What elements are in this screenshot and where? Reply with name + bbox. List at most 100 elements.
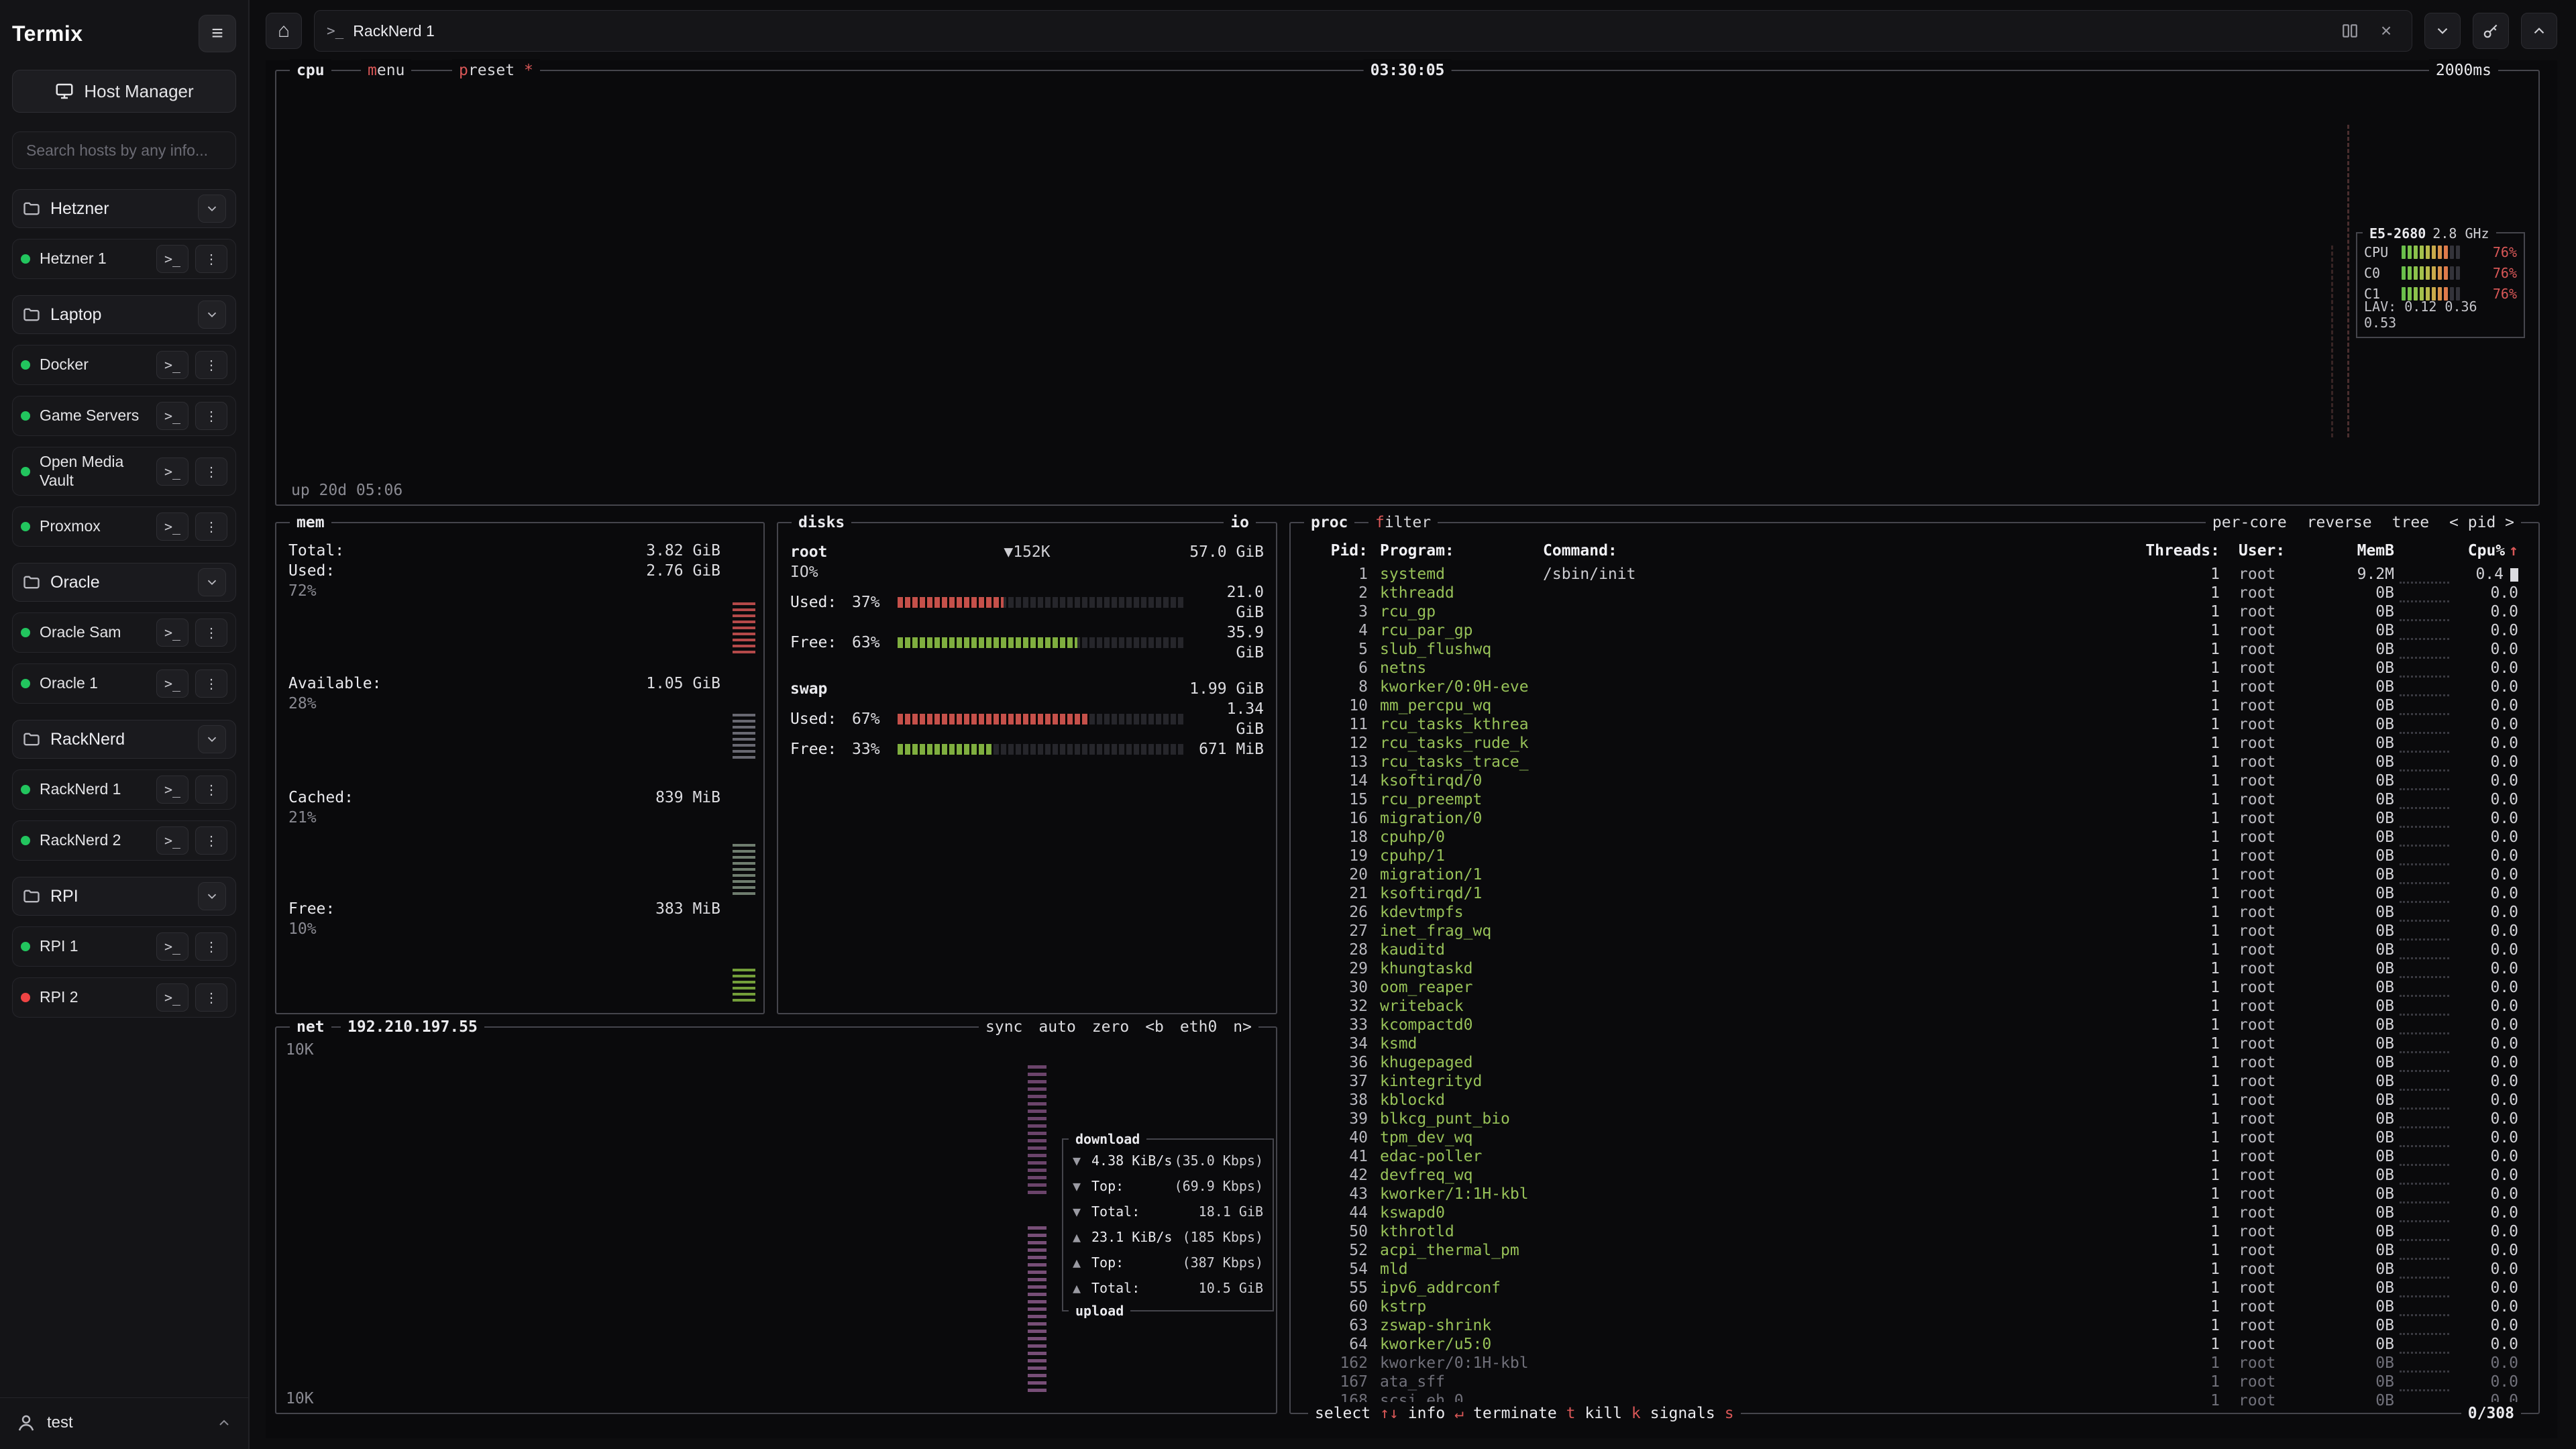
process-row[interactable]: 26kdevtmpfs1root0B0.0 — [1304, 903, 2525, 922]
update-interval[interactable]: 2000ms — [2429, 59, 2498, 82]
process-row[interactable]: 28kauditd1root0B0.0 — [1304, 941, 2525, 959]
process-row[interactable]: 30oom_reaper1root0B0.0 — [1304, 978, 2525, 997]
connect-terminal-button[interactable]: >_ — [156, 458, 189, 486]
process-row[interactable]: 42devfreq_wq1root0B0.0 — [1304, 1166, 2525, 1185]
filter-toggle[interactable]: filter — [1368, 511, 1438, 534]
host-item[interactable]: RPI 1 >_ ⋮ — [12, 926, 236, 967]
process-row[interactable]: 36khugepaged1root0B0.0 — [1304, 1053, 2525, 1072]
sidebar-menu-button[interactable]: ≡ — [199, 15, 236, 52]
host-item[interactable]: Oracle Sam >_ ⋮ — [12, 612, 236, 653]
process-row[interactable]: 37kintegrityd1root0B0.0 — [1304, 1072, 2525, 1091]
host-options-button[interactable]: ⋮ — [195, 983, 227, 1012]
host-options-button[interactable]: ⋮ — [195, 513, 227, 541]
menu-toggle[interactable]: menu — [361, 59, 411, 82]
process-row[interactable]: 27inet_frag_wq1root0B0.0 — [1304, 922, 2525, 941]
process-row[interactable]: 41edac-poller1root0B0.0 — [1304, 1147, 2525, 1166]
process-row[interactable]: 15rcu_preempt1root0B0.0 — [1304, 790, 2525, 809]
connect-terminal-button[interactable]: >_ — [156, 351, 189, 379]
net-toggles[interactable]: syncautozero<beth0n> — [979, 1016, 1258, 1038]
connect-terminal-button[interactable]: >_ — [156, 669, 189, 698]
group-collapse-button[interactable] — [198, 882, 226, 910]
host-options-button[interactable]: ⋮ — [195, 619, 227, 647]
process-row[interactable]: 14ksoftirqd/01root0B0.0 — [1304, 771, 2525, 790]
process-row[interactable]: 39blkcg_punt_bio1root0B0.0 — [1304, 1110, 2525, 1128]
connect-terminal-button[interactable]: >_ — [156, 932, 189, 961]
host-item[interactable]: Open Media Vault >_ ⋮ — [12, 447, 236, 496]
tab-racknerd-1[interactable]: >_ RackNerd 1 — [327, 22, 435, 40]
process-row[interactable]: 4rcu_par_gp1root0B0.0 — [1304, 621, 2525, 640]
host-options-button[interactable]: ⋮ — [195, 826, 227, 855]
chevron-up-icon[interactable] — [216, 1415, 232, 1431]
host-options-button[interactable]: ⋮ — [195, 458, 227, 486]
host-options-button[interactable]: ⋮ — [195, 932, 227, 961]
process-row[interactable]: 44kswapd01root0B0.0 — [1304, 1203, 2525, 1222]
home-button[interactable]: ⌂ — [266, 13, 302, 49]
process-row[interactable]: 11rcu_tasks_kthrea1root0B0.0 — [1304, 715, 2525, 734]
process-row[interactable]: 21ksoftirqd/11root0B0.0 — [1304, 884, 2525, 903]
process-row[interactable]: 16migration/01root0B0.0 — [1304, 809, 2525, 828]
connect-terminal-button[interactable]: >_ — [156, 983, 189, 1012]
preset-toggle[interactable]: preset * — [452, 59, 540, 82]
tab-list-button[interactable] — [2424, 13, 2461, 49]
process-row[interactable]: 33kcompactd01root0B0.0 — [1304, 1016, 2525, 1034]
group-header[interactable]: Hetzner — [12, 189, 236, 228]
host-item[interactable]: Proxmox >_ ⋮ — [12, 506, 236, 547]
process-row[interactable]: 3rcu_gp1root0B0.0 — [1304, 602, 2525, 621]
host-item[interactable]: RackNerd 1 >_ ⋮ — [12, 769, 236, 810]
host-options-button[interactable]: ⋮ — [195, 245, 227, 273]
process-row[interactable]: 50kthrotld1root0B0.0 — [1304, 1222, 2525, 1241]
process-row[interactable]: 55ipv6_addrconf1root0B0.0 — [1304, 1279, 2525, 1297]
process-row[interactable]: 34ksmd1root0B0.0 — [1304, 1034, 2525, 1053]
process-row[interactable]: 10mm_percpu_wq1root0B0.0 — [1304, 696, 2525, 715]
process-row[interactable]: 12rcu_tasks_rude_k1root0B0.0 — [1304, 734, 2525, 753]
host-item[interactable]: RPI 2 >_ ⋮ — [12, 977, 236, 1018]
process-row[interactable]: 18cpuhp/01root0B0.0 — [1304, 828, 2525, 847]
process-row[interactable]: 54mld1root0B0.0 — [1304, 1260, 2525, 1279]
search-input[interactable] — [12, 131, 236, 169]
host-options-button[interactable]: ⋮ — [195, 669, 227, 698]
ssh-keys-button[interactable] — [2473, 13, 2509, 49]
collapse-button[interactable] — [2521, 13, 2557, 49]
process-row[interactable]: 6netns1root0B0.0 — [1304, 659, 2525, 678]
proc-toggles[interactable]: per-corereversetree< pid > — [2206, 511, 2521, 534]
process-row[interactable]: 63zswap-shrink1root0B0.0 — [1304, 1316, 2525, 1335]
connect-terminal-button[interactable]: >_ — [156, 826, 189, 855]
close-tab-button[interactable]: × — [2373, 17, 2400, 44]
process-row[interactable]: 13rcu_tasks_trace_1root0B0.0 — [1304, 753, 2525, 771]
process-row[interactable]: 1systemd/sbin/init1root9.2M0.4 — [1304, 565, 2525, 584]
group-collapse-button[interactable] — [198, 725, 226, 753]
group-header[interactable]: RPI — [12, 877, 236, 916]
process-row[interactable]: 52acpi_thermal_pm1root0B0.0 — [1304, 1241, 2525, 1260]
host-item[interactable]: Hetzner 1 >_ ⋮ — [12, 239, 236, 279]
process-row[interactable]: 29khungtaskd1root0B0.0 — [1304, 959, 2525, 978]
process-row[interactable]: 32writeback1root0B0.0 — [1304, 997, 2525, 1016]
process-row[interactable]: 40tpm_dev_wq1root0B0.0 — [1304, 1128, 2525, 1147]
group-header[interactable]: Laptop — [12, 295, 236, 334]
host-item[interactable]: Game Servers >_ ⋮ — [12, 396, 236, 436]
host-item[interactable]: Docker >_ ⋮ — [12, 345, 236, 385]
process-row[interactable]: 64kworker/u5:01root0B0.0 — [1304, 1335, 2525, 1354]
group-header[interactable]: RackNerd — [12, 720, 236, 759]
connect-terminal-button[interactable]: >_ — [156, 775, 189, 804]
connect-terminal-button[interactable]: >_ — [156, 245, 189, 273]
host-item[interactable]: RackNerd 2 >_ ⋮ — [12, 820, 236, 861]
connect-terminal-button[interactable]: >_ — [156, 402, 189, 430]
process-row[interactable]: 8kworker/0:0H-eve1root0B0.0 — [1304, 678, 2525, 696]
connect-terminal-button[interactable]: >_ — [156, 619, 189, 647]
process-row[interactable]: 5slub_flushwq1root0B0.0 — [1304, 640, 2525, 659]
group-collapse-button[interactable] — [198, 195, 226, 223]
host-manager-button[interactable]: Host Manager — [12, 70, 236, 113]
process-row[interactable]: 167ata_sff1root0B0.0 — [1304, 1373, 2525, 1391]
group-collapse-button[interactable] — [198, 568, 226, 596]
process-row[interactable]: 2kthreadd1root0B0.0 — [1304, 584, 2525, 602]
process-row[interactable]: 20migration/11root0B0.0 — [1304, 865, 2525, 884]
group-header[interactable]: Oracle — [12, 563, 236, 602]
host-item[interactable]: Oracle 1 >_ ⋮ — [12, 663, 236, 704]
process-row[interactable]: 38kblockd1root0B0.0 — [1304, 1091, 2525, 1110]
connect-terminal-button[interactable]: >_ — [156, 513, 189, 541]
sidebar-footer[interactable]: test — [0, 1397, 248, 1437]
host-options-button[interactable]: ⋮ — [195, 351, 227, 379]
split-view-button[interactable] — [2337, 17, 2363, 44]
group-collapse-button[interactable] — [198, 301, 226, 329]
host-options-button[interactable]: ⋮ — [195, 775, 227, 804]
